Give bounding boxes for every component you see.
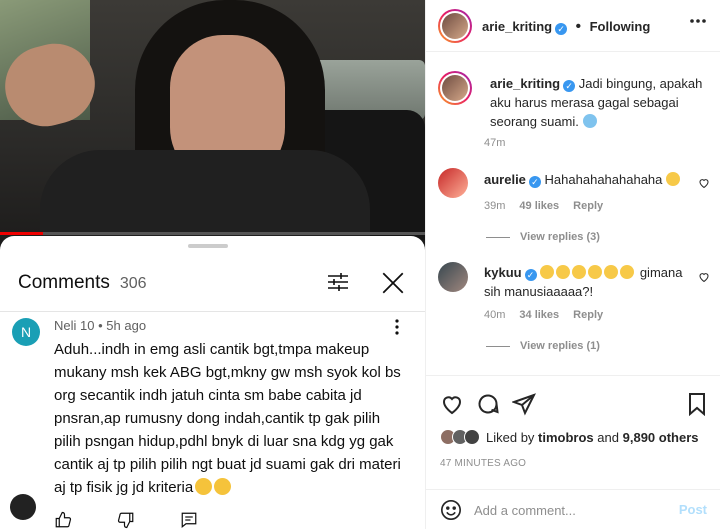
view-replies-label: View replies (3) bbox=[520, 231, 600, 243]
avatar[interactable]: N bbox=[12, 318, 40, 346]
close-icon[interactable] bbox=[380, 270, 406, 296]
heart-icon[interactable] bbox=[440, 392, 464, 416]
comment-text: Hahahahahahahaha bbox=[544, 172, 663, 187]
comment-likes[interactable]: 49 likes bbox=[519, 200, 559, 212]
post-timestamp: 47 MINUTES AGO bbox=[440, 458, 527, 469]
avatar[interactable] bbox=[438, 9, 472, 43]
verified-icon: ✓ bbox=[555, 23, 568, 35]
video-progress-bar[interactable] bbox=[0, 232, 425, 235]
crying-emoji-icon bbox=[582, 114, 597, 128]
more-horizontal-icon[interactable] bbox=[689, 18, 707, 24]
video-frame[interactable] bbox=[0, 0, 425, 240]
post-actions: Liked by timobros and 9,890 others 47 MI… bbox=[426, 375, 720, 529]
avatar[interactable] bbox=[438, 262, 468, 292]
header-separator: • bbox=[575, 18, 582, 35]
heart-icon[interactable] bbox=[698, 177, 710, 189]
grimace-emoji-icon bbox=[214, 478, 232, 495]
replies-line bbox=[486, 236, 510, 238]
add-comment-bar: Post bbox=[426, 489, 720, 529]
comments-sheet: Comments 306 N Neli 10 • 5h ago Aduh...i… bbox=[0, 236, 425, 529]
comments-header: Comments 306 bbox=[18, 272, 147, 294]
smile-icon[interactable] bbox=[440, 499, 462, 521]
instagram-panel: arie_kriting ✓ • Following arie_kriting ✓ … bbox=[425, 0, 720, 529]
comment-body: Aduh...indh in emg asli cantik bgt,tmpa … bbox=[54, 338, 404, 499]
dislike-icon[interactable] bbox=[117, 511, 135, 529]
comment-age: 5h ago bbox=[106, 318, 147, 333]
header-user: arie_kriting ✓ • Following bbox=[482, 18, 650, 36]
comment-actions bbox=[54, 511, 198, 529]
comment-age: 40m bbox=[484, 309, 506, 321]
replies-line bbox=[486, 345, 510, 347]
video-panel: Comments 306 N Neli 10 • 5h ago Aduh...i… bbox=[0, 0, 425, 529]
liked-by: Liked by timobros and 9,890 others bbox=[440, 429, 699, 445]
comments-title: Comments bbox=[18, 272, 110, 293]
comment-meta: Neli 10 • 5h ago bbox=[54, 318, 146, 333]
verified-icon: ✓ bbox=[563, 80, 576, 92]
verified-icon: ✓ bbox=[524, 269, 537, 281]
grimace-emoji-icon bbox=[195, 478, 213, 495]
heart-icon[interactable] bbox=[698, 271, 710, 283]
like-icon[interactable] bbox=[54, 511, 72, 529]
drag-handle[interactable] bbox=[188, 244, 228, 248]
share-icon[interactable] bbox=[512, 392, 536, 416]
video-progress-fill bbox=[0, 232, 43, 235]
comment-icon[interactable] bbox=[476, 392, 500, 416]
comment-text: Aduh...indh in emg asli cantik bgt,tmpa … bbox=[54, 341, 401, 496]
comment-meta: 40m 34 likes Reply bbox=[484, 309, 603, 321]
post-header: arie_kriting ✓ • Following bbox=[426, 0, 720, 52]
avatar[interactable] bbox=[438, 71, 472, 105]
laughing-emoji-icon bbox=[604, 265, 619, 279]
comment-author[interactable]: Neli 10 bbox=[54, 318, 94, 333]
caption-age: 47m bbox=[484, 137, 506, 149]
laughing-emoji-icon bbox=[540, 265, 555, 279]
comment-username[interactable]: aurelie bbox=[484, 172, 526, 187]
header-divider bbox=[0, 311, 425, 312]
comments-count: 306 bbox=[119, 275, 147, 292]
following-button[interactable]: Following bbox=[590, 19, 651, 34]
filter-icon[interactable] bbox=[326, 270, 350, 294]
liked-and: and bbox=[597, 429, 619, 445]
bookmark-icon[interactable] bbox=[685, 392, 709, 416]
comment-meta: 39m 49 likes Reply bbox=[484, 200, 603, 212]
liked-prefix: Liked by bbox=[486, 429, 535, 445]
person-shirt bbox=[40, 150, 370, 240]
comment-username[interactable]: kykuu bbox=[484, 265, 522, 280]
laughing-emoji-icon bbox=[620, 265, 635, 279]
comment-likes[interactable]: 34 likes bbox=[519, 309, 559, 321]
comment-text-row: kykuu ✓ gimana sih manusiaaaaa?! bbox=[484, 263, 694, 301]
laughing-emoji-icon bbox=[556, 265, 571, 279]
verified-icon: ✓ bbox=[528, 176, 541, 188]
reply-button[interactable]: Reply bbox=[573, 309, 603, 321]
caption-username[interactable]: arie_kriting bbox=[490, 76, 560, 91]
more-vert-icon[interactable] bbox=[390, 318, 404, 336]
laughing-emoji-icon bbox=[588, 265, 603, 279]
post-button[interactable]: Post bbox=[679, 502, 707, 517]
laughing-emoji-icon bbox=[572, 265, 587, 279]
add-comment-input[interactable] bbox=[474, 500, 664, 520]
view-replies-button[interactable]: View replies (1) bbox=[486, 340, 600, 352]
reply-icon[interactable] bbox=[180, 511, 198, 529]
post-caption: arie_kriting ✓ Jadi bingung, apakah aku h… bbox=[490, 74, 715, 131]
avatar[interactable] bbox=[438, 168, 468, 198]
header-username[interactable]: arie_kriting bbox=[482, 19, 552, 34]
liker-avatars bbox=[440, 429, 480, 445]
comment-age: 39m bbox=[484, 200, 506, 212]
view-replies-button[interactable]: View replies (3) bbox=[486, 231, 600, 243]
laughing-emoji-icon bbox=[666, 172, 681, 186]
meta-separator: • bbox=[98, 318, 103, 333]
action-icons bbox=[440, 392, 536, 416]
current-user-avatar[interactable] bbox=[10, 494, 36, 520]
liked-user[interactable]: timobros bbox=[538, 430, 594, 445]
liked-others[interactable]: 9,890 others bbox=[623, 430, 699, 445]
comment-text-row: aurelie ✓ Hahahahahahahaha bbox=[484, 170, 684, 189]
view-replies-label: View replies (1) bbox=[520, 340, 600, 352]
reply-button[interactable]: Reply bbox=[573, 200, 603, 212]
